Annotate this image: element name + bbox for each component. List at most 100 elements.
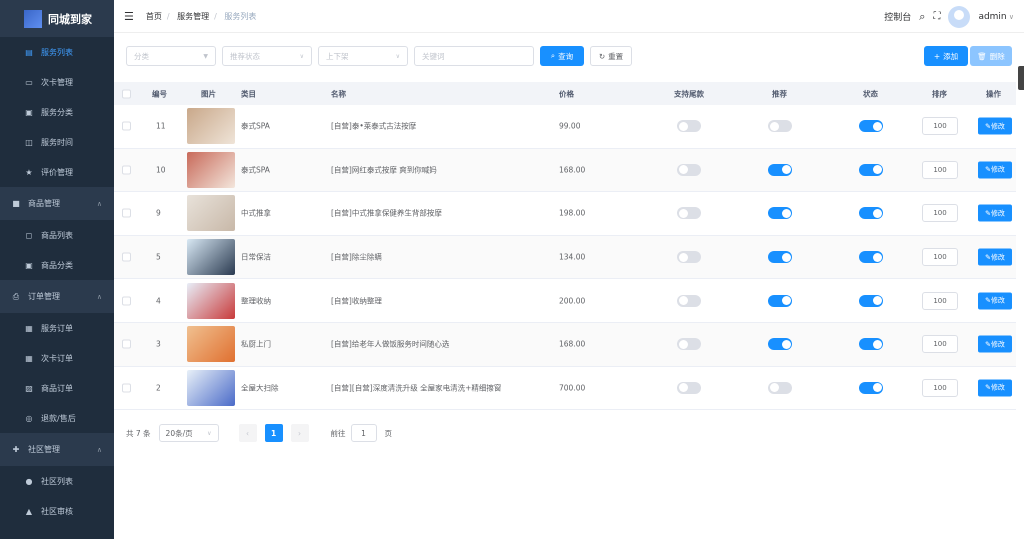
recommend-toggle[interactable] [768,207,792,220]
sidebar-item-0[interactable]: ▤ 服务列表 [0,37,114,67]
status-toggle[interactable] [859,207,883,220]
page-size-select[interactable]: 20条/页 ∨ [158,424,219,442]
console-link[interactable]: 控制台 [884,10,911,23]
chevron-up-icon[interactable]: ∧ [97,446,102,454]
sidebar-item-3[interactable]: ◫ 服务时间 [0,127,114,157]
table-row: 5 日常保洁 [自营]除尘除螨 134.00 100 ✎ 修改 [114,235,1016,280]
status-toggle[interactable] [859,294,883,307]
fullscreen-icon[interactable]: ⛶ [933,11,940,22]
tail-toggle[interactable] [677,381,701,394]
tail-toggle[interactable] [677,338,701,351]
sort-input[interactable]: 100 [922,160,958,179]
sidebar-item-6[interactable]: ◻ 商品列表 [0,220,114,250]
category-select[interactable]: 分类 ▼ [126,46,216,66]
recommend-toggle[interactable] [768,381,792,394]
sidebar-item-label: 社区管理 [28,445,60,454]
sidebar-item-9[interactable]: ▦ 服务订单 [0,313,114,343]
checklist-icon: ▨ [25,383,33,393]
chevron-up-icon[interactable]: ∧ [97,200,102,208]
sidebar-item-11[interactable]: ▨ 商品订单 [0,373,114,403]
sidebar-item-2[interactable]: ▣ 服务分类 [0,97,114,127]
status-toggle[interactable] [859,338,883,351]
status-toggle[interactable] [859,381,883,394]
row-checkbox[interactable] [122,252,131,262]
sort-input[interactable]: 100 [922,291,958,310]
edit-button[interactable]: ✎ 修改 [978,204,1012,222]
tail-toggle[interactable] [677,207,701,220]
page-button-1[interactable]: 1 [264,424,283,442]
edit-button[interactable]: ✎ 修改 [978,292,1012,310]
delete-button[interactable]: 🗑 删除 [970,46,1012,66]
cell-id: 9 [156,208,161,218]
edit-button[interactable]: ✎ 修改 [978,117,1012,135]
recommend-toggle[interactable] [768,338,792,351]
sort-input[interactable]: 100 [922,204,958,223]
status-toggle[interactable] [859,120,883,133]
prev-page-button[interactable]: ‹ [238,424,257,442]
edit-button[interactable]: ✎ 修改 [978,335,1012,353]
sidebar-item-15[interactable]: ▲ 社区审核 [0,496,114,526]
tail-toggle[interactable] [677,163,701,176]
sort-input[interactable]: 100 [922,248,958,267]
chevron-up-icon[interactable]: ∧ [97,293,102,301]
sidebar-item-4[interactable]: ★ 评价管理 [0,157,114,187]
side-handle[interactable] [1018,66,1024,90]
sidebar-group-8[interactable]: ⎙ 订单管理 ∧ [0,280,114,313]
recommend-toggle[interactable] [768,163,792,176]
recommend-toggle[interactable] [768,294,792,307]
recommend-toggle[interactable] [768,251,792,264]
sidebar-item-7[interactable]: ▣ 商品分类 [0,250,114,280]
breadcrumb-current: 服务列表 [224,11,257,21]
add-button[interactable]: + 添加 [924,46,968,66]
keyword-input[interactable]: 关键词 [414,46,534,66]
recommend-toggle[interactable] [768,120,792,133]
row-checkbox[interactable] [122,383,131,393]
service-thumbnail [187,195,235,232]
sidebar-item-10[interactable]: ▦ 次卡订单 [0,343,114,373]
status-toggle[interactable] [859,163,883,176]
table-header: 编号 图片 类目 名称 价格 支持尾款 推荐 状态 排序 操作 [114,82,1016,105]
sidebar-item-1[interactable]: ▭ 次卡管理 [0,67,114,97]
tail-toggle[interactable] [677,120,701,133]
avatar[interactable] [948,5,971,28]
tail-toggle[interactable] [677,294,701,307]
table-row: 2 全屋大扫除 [自营][自营]深度清洗升级 全屋家电清洗+精细擦窗 700.0… [114,367,1016,411]
service-thumbnail [187,151,235,188]
row-checkbox[interactable] [122,121,131,131]
next-page-button[interactable]: › [290,424,309,442]
breadcrumb-service-mgmt[interactable]: 服务管理 [177,12,209,21]
sort-input[interactable]: 100 [922,335,958,354]
col-image: 图片 [201,89,216,98]
tail-toggle[interactable] [677,251,701,264]
edit-button[interactable]: ✎ 修改 [978,379,1012,397]
edit-button[interactable]: ✎ 修改 [978,161,1012,179]
search-icon: ⌕ [550,51,556,60]
cell-category: 泰式SPA [241,165,270,175]
logo: 同城到家 [0,0,114,37]
search-icon[interactable]: ⌕ [919,10,925,24]
row-checkbox[interactable] [122,296,131,306]
row-checkbox[interactable] [122,339,131,349]
shelf-select[interactable]: 上下架 ∨ [318,46,408,66]
page-suffix: 页 [384,428,393,438]
row-checkbox[interactable] [122,165,131,175]
menu-toggle-icon[interactable]: ☰ [124,10,134,23]
status-toggle[interactable] [859,251,883,264]
select-all-checkbox[interactable] [122,89,131,98]
cell-category: 泰式SPA [241,121,270,131]
edit-button[interactable]: ✎ 修改 [978,248,1012,266]
sidebar-group-5[interactable]: ■ 商品管理 ∧ [0,187,114,220]
sidebar-group-13[interactable]: ✚ 社区管理 ∧ [0,433,114,466]
reset-button[interactable]: ↻ 重置 [590,46,632,66]
row-checkbox[interactable] [122,208,131,218]
sort-input[interactable]: 100 [922,378,958,397]
recommend-select[interactable]: 推荐状态 ∨ [222,46,312,66]
bag-icon: ■ [12,199,20,208]
sidebar-item-12[interactable]: ◎ 退款/售后 [0,403,114,433]
sidebar-item-14[interactable]: ● 社区列表 [0,466,114,496]
sort-input[interactable]: 100 [922,117,958,136]
breadcrumb-home[interactable]: 首页 [146,12,162,21]
search-button[interactable]: ⌕ 查询 [540,46,584,66]
goto-page-input[interactable]: 1 [350,424,377,442]
user-menu[interactable]: admin ∨ [978,12,1014,22]
